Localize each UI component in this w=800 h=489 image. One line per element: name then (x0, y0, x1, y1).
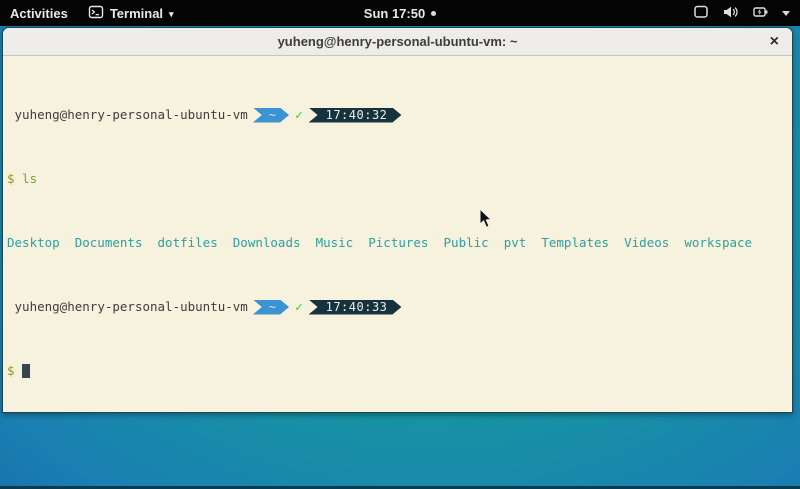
prompt-user: yuheng@henry-personal-ubuntu-vm (7, 299, 248, 315)
prompt-line: yuheng@henry-personal-ubuntu-vm ~ ✓ 17:4… (7, 107, 788, 123)
chevron-down-icon (782, 11, 790, 16)
directory-name: Music (316, 235, 354, 251)
system-status-area[interactable] (693, 0, 800, 26)
prompt-path-segment: ~ (253, 300, 289, 315)
chevron-down-icon: ▾ (169, 9, 174, 20)
close-icon[interactable]: × (770, 34, 779, 50)
prompt-user: yuheng@henry-personal-ubuntu-vm (7, 107, 248, 123)
terminal-icon (88, 4, 104, 23)
command-line: $ ls (7, 171, 788, 187)
directory-name: Public (444, 235, 489, 251)
prompt-symbol: $ (7, 171, 15, 187)
prompt-status-check-icon: ✓ (295, 299, 303, 315)
app-menu-label: Terminal (110, 6, 163, 21)
command-line: $ (7, 363, 788, 379)
activities-label: Activities (10, 6, 68, 21)
battery-charging-icon (752, 4, 769, 23)
notification-dot-icon (431, 11, 436, 16)
prompt-time-segment: 17:40:33 (309, 300, 402, 315)
command-text: ls (22, 171, 37, 187)
directory-name: workspace (684, 235, 752, 251)
directory-name: pvt (504, 235, 527, 251)
directory-name: Desktop (7, 235, 60, 251)
prompt-line: yuheng@henry-personal-ubuntu-vm ~ ✓ 17:4… (7, 299, 788, 315)
volume-icon (722, 4, 739, 23)
prompt-symbol: $ (7, 363, 15, 379)
prompt-time-segment: 17:40:32 (309, 108, 402, 123)
directory-name: Documents (75, 235, 143, 251)
activities-button[interactable]: Activities (0, 0, 80, 26)
prompt-path-segment: ~ (253, 108, 289, 123)
prompt-status-check-icon: ✓ (295, 107, 303, 123)
window-title: yuheng@henry-personal-ubuntu-vm: ~ (278, 34, 518, 49)
ls-output-line: Desktop Documents dotfiles Downloads Music Pi… (7, 235, 788, 251)
directory-name: dotfiles (158, 235, 218, 251)
terminal-window: yuheng@henry-personal-ubuntu-vm: ~ × yuh… (2, 27, 793, 413)
clock[interactable]: Sun 17:50 (364, 6, 425, 21)
directory-name: Templates (541, 235, 609, 251)
terminal-screen[interactable]: yuheng@henry-personal-ubuntu-vm ~ ✓ 17:4… (3, 56, 792, 413)
directory-name: Downloads (233, 235, 301, 251)
directory-name: Pictures (368, 235, 428, 251)
app-menu-terminal[interactable]: Terminal ▾ (80, 0, 182, 26)
top-bar: Activities Terminal ▾ Sun 17:50 (0, 0, 800, 26)
directory-name: Videos (624, 235, 669, 251)
text-cursor (22, 364, 30, 378)
window-titlebar[interactable]: yuheng@henry-personal-ubuntu-vm: ~ × (3, 28, 792, 56)
display-icon (693, 4, 709, 23)
